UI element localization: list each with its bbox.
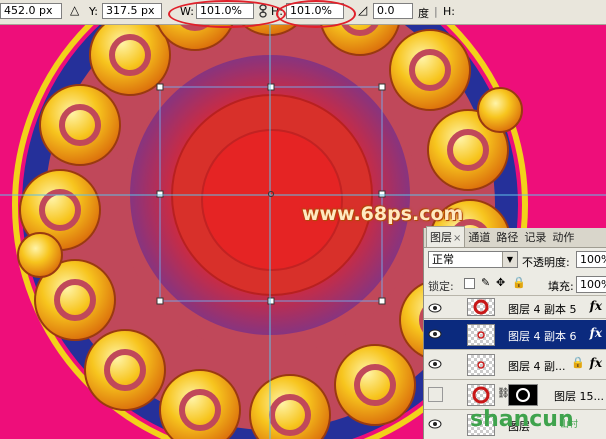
- layer-row[interactable]: 图层 4 副本 5 fx: [424, 297, 606, 319]
- lock-transparent-icon[interactable]: [464, 278, 475, 289]
- close-icon[interactable]: ×: [453, 233, 461, 244]
- hskew-label: H:: [443, 5, 455, 18]
- layer-name: 图层 4 副本 6: [508, 330, 577, 343]
- opacity-label: 不透明度:: [522, 256, 570, 269]
- fx-icon[interactable]: fx: [590, 299, 602, 313]
- tab-paths[interactable]: 路径: [493, 227, 521, 247]
- y-label: Y:: [89, 5, 98, 18]
- blend-mode-select[interactable]: 正常 ▼: [428, 251, 518, 268]
- lock-row: 锁定: ✎ ✥ 🔒 填充: 100%: [424, 274, 606, 296]
- layer-mask-thumbnail[interactable]: [508, 384, 538, 406]
- opacity-field[interactable]: 100%: [576, 251, 606, 268]
- lock-all-icon[interactable]: 🔒: [512, 276, 526, 289]
- panel-tabs: 图层× 通道 路径 记录 动作: [424, 226, 606, 248]
- fx-icon[interactable]: fx: [590, 326, 602, 340]
- highlight-oval-height: [276, 0, 356, 28]
- lock-brush-icon[interactable]: ✎: [481, 276, 490, 289]
- fx-icon[interactable]: fx: [590, 356, 602, 370]
- tab-channels[interactable]: 通道: [465, 227, 493, 247]
- chevron-down-icon: ▼: [502, 252, 517, 267]
- layer-name: 图层 4 副本 5: [508, 303, 577, 316]
- watermark-text: www.68ps.com: [302, 203, 464, 225]
- highlight-oval-width: [168, 0, 286, 28]
- eye-icon[interactable]: [428, 418, 442, 430]
- layer-thumbnail: [467, 298, 495, 316]
- visibility-box[interactable]: [428, 387, 443, 402]
- layer-name: 图层 15...: [554, 390, 604, 403]
- degree-unit-label: 度: [418, 7, 429, 20]
- x-position-field[interactable]: 452.0 px: [0, 3, 62, 19]
- layer-row[interactable]: ⛓ 图层 15...: [424, 380, 606, 410]
- fill-field[interactable]: 100%: [576, 276, 606, 293]
- tab-history[interactable]: 记录: [521, 227, 549, 247]
- layer-row[interactable]: 图层 4 副... 🔒 fx: [424, 350, 606, 380]
- fill-label: 填充:: [548, 280, 574, 293]
- delta-icon: △: [70, 3, 80, 17]
- blend-row: 正常 ▼ 不透明度: 100%: [424, 249, 606, 271]
- layer-thumbnail: [467, 384, 495, 406]
- layer-name: 图层 4 副...: [508, 360, 566, 373]
- eye-icon[interactable]: [428, 328, 442, 340]
- layer-row-selected[interactable]: 图层 4 副本 6 fx: [424, 320, 606, 350]
- angle-icon: ◿: [358, 3, 368, 17]
- y-position-field[interactable]: 317.5 px: [102, 3, 162, 19]
- blend-mode-value: 正常: [432, 253, 454, 266]
- layer-thumbnail: [467, 324, 495, 346]
- tab-layers[interactable]: 图层×: [426, 226, 466, 247]
- tab-actions[interactable]: 动作: [549, 227, 577, 247]
- brand-watermark-sub: 山村: [560, 420, 579, 430]
- rotation-angle-field[interactable]: 0.0: [373, 3, 413, 19]
- eye-icon[interactable]: [428, 302, 442, 314]
- lock-label: 锁定:: [428, 280, 454, 293]
- brand-watermark: shancun: [470, 407, 574, 432]
- separator: |: [434, 5, 438, 18]
- layer-thumbnail: [467, 354, 495, 376]
- lock-icon: 🔒: [571, 356, 585, 369]
- lock-move-icon[interactable]: ✥: [496, 276, 505, 289]
- eye-icon[interactable]: [428, 358, 442, 370]
